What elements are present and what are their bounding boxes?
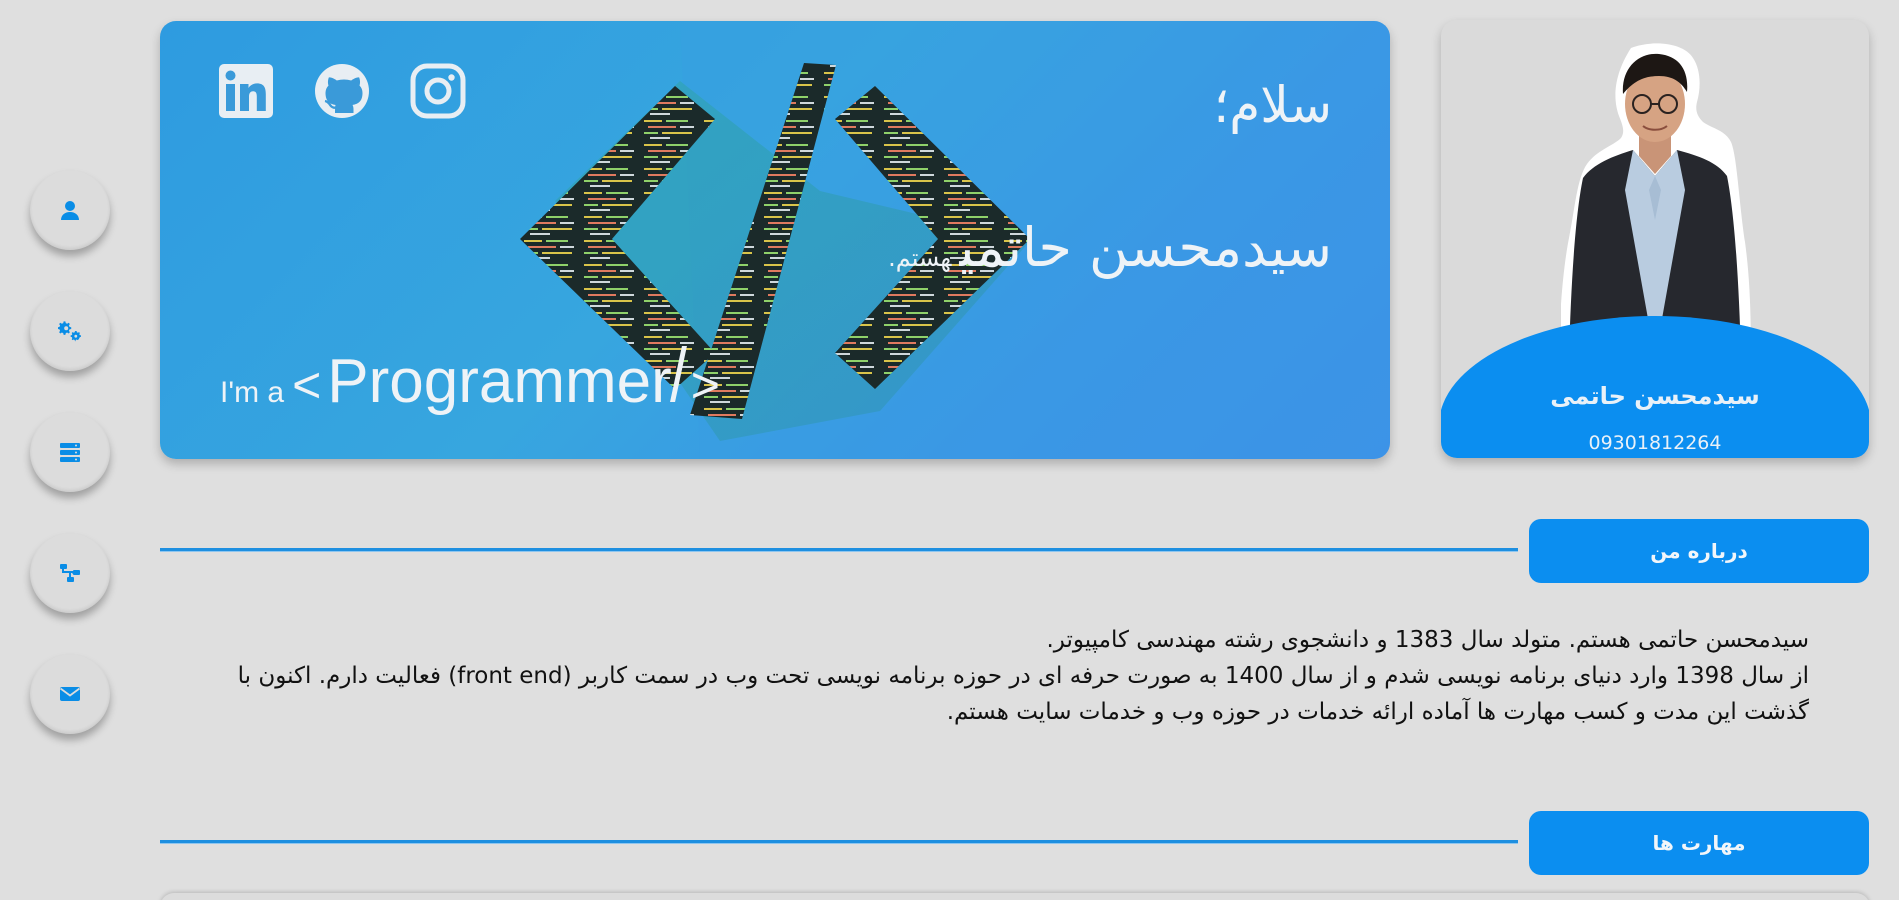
nav-portfolio-button[interactable] [30, 533, 110, 613]
instagram-link[interactable] [410, 63, 466, 119]
side-nav [30, 170, 110, 775]
profile-card: سیدمحسن حاتمی 09301812264 [1441, 20, 1869, 458]
hero-name-text: سیدمحسن حاتمی [959, 216, 1333, 279]
about-line-1: سیدمحسن حاتمی هستم. متولد سال 1383 و دان… [1046, 627, 1809, 653]
nav-contact-button[interactable] [30, 654, 110, 734]
about-text: سیدمحسن حاتمی هستم. متولد سال 1383 و دان… [209, 622, 1809, 730]
instagram-icon [410, 63, 466, 119]
profile-name: سیدمحسن حاتمی [1550, 382, 1760, 410]
skills-title: مهارت ها [1529, 811, 1869, 875]
nav-services-button[interactable] [30, 291, 110, 371]
role-word: Programmer [327, 347, 672, 416]
server-icon [60, 443, 80, 462]
hero-banner: سلام؛ سیدمحسن حاتمیهستم. I'm a < Program… [160, 21, 1390, 459]
envelope-icon [59, 687, 81, 701]
linkedin-icon [219, 64, 273, 118]
hero-name: سیدمحسن حاتمیهستم. [888, 216, 1332, 279]
about-divider [160, 548, 1518, 551]
user-icon [61, 201, 79, 220]
skills-card [160, 893, 1870, 900]
hero-greeting: سلام؛ [1213, 76, 1332, 134]
github-icon [315, 64, 369, 118]
hero-name-suffix: هستم. [888, 244, 952, 272]
profile-photo [1561, 43, 1751, 358]
gears-icon [58, 321, 81, 342]
hero-role: I'm a < Programmer > [220, 346, 720, 417]
sitemap-icon [60, 564, 80, 582]
skills-divider [160, 840, 1518, 843]
page: سلام؛ سیدمحسن حاتمیهستم. I'm a < Program… [0, 0, 1899, 900]
role-close-tag: > [690, 357, 720, 413]
role-open-tag: < [292, 357, 322, 413]
nav-resume-button[interactable] [30, 412, 110, 492]
nav-profile-button[interactable] [30, 170, 110, 250]
role-prefix: I'm a [220, 376, 285, 409]
typing-caret [669, 346, 687, 402]
profile-phone[interactable]: 09301812264 [1441, 432, 1869, 454]
about-line-2: از سال 1398 وارد دنیای برنامه نویسی شدم … [237, 663, 1809, 725]
social-links [218, 63, 466, 119]
about-title: درباره من [1529, 519, 1869, 583]
github-link[interactable] [314, 63, 370, 119]
linkedin-link[interactable] [218, 63, 274, 119]
